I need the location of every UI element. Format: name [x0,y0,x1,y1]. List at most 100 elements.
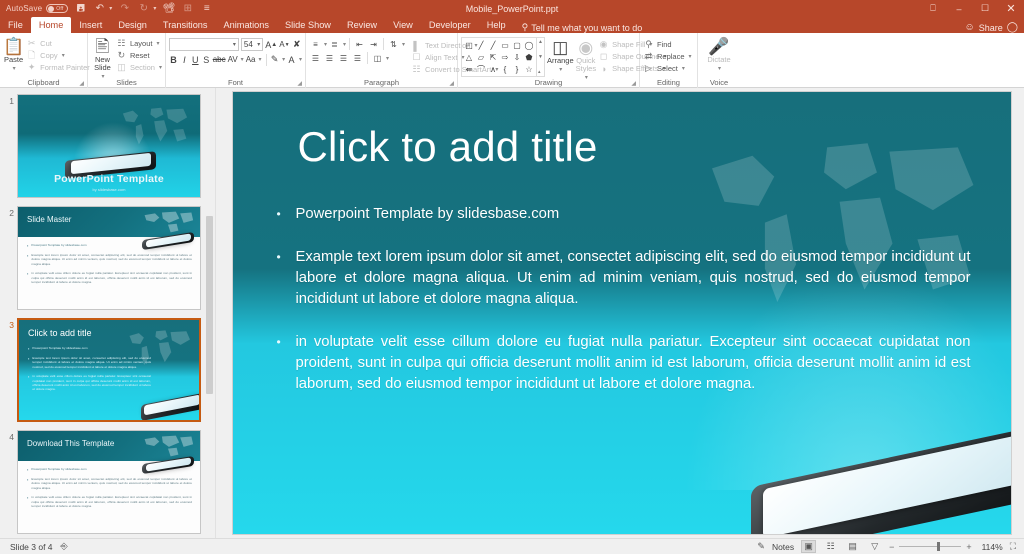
decrease-indent-button[interactable]: ⇤ [353,38,366,50]
shapes-scroll-down-icon[interactable]: ▼ [538,54,543,60]
tab-help[interactable]: Help [479,17,514,33]
character-spacing-button[interactable]: AV [228,53,238,66]
zoom-value[interactable]: 114% [979,542,1003,552]
bullets-button[interactable]: ≡ [309,38,322,50]
tab-file[interactable]: File [0,17,31,33]
active-slide[interactable]: Click to add title • Powerpoint Template… [233,92,1011,534]
font-name-input[interactable]: ▾ [169,38,239,51]
thumbnail-slide-2[interactable]: 2 Slide Master ▪Powerpoint Template by s… [0,206,215,310]
normal-view-button[interactable]: ▣ [801,540,816,553]
dictate-button[interactable]: 🎤 Dictate ▾ [702,36,736,72]
paragraph-dialog-launcher[interactable]: ◢ [449,80,454,87]
comments-icon[interactable]: ◯ [1007,22,1018,33]
thumbnail-slide-1[interactable]: 1 [0,94,215,198]
columns-dropdown-icon[interactable]: ▾ [386,55,389,62]
replace-dropdown-icon[interactable]: ▾ [689,53,692,60]
ribbon-display-options-icon[interactable]: ⎕ [920,0,946,17]
quick-styles-button[interactable]: ◉ Quick Styles ▾ [576,37,596,81]
shapes-scroll-up-icon[interactable]: ▲ [538,39,543,45]
shape-curve-icon[interactable]: ⇚ [463,63,475,75]
shape-triangle-icon[interactable]: △ [463,51,475,63]
shape-bent-arrow-icon[interactable]: ⇱ [487,51,499,63]
redo-icon[interactable]: ↷ [118,2,131,15]
shape-right-arrow-icon[interactable]: ⇨ [499,51,511,63]
change-case-dropdown-icon[interactable]: ▾ [258,56,261,63]
section-button[interactable]: ◫ Section ▾ [116,62,162,73]
align-right-button[interactable]: ☰ [337,52,350,64]
slide-thumbnail-pane[interactable]: 1 [0,88,215,538]
text-highlight-button[interactable]: ✎ [270,53,279,66]
arrange-button[interactable]: ◫ Arrange ▾ [547,37,574,73]
bullets-dropdown-icon[interactable]: ▾ [324,41,327,48]
shapes-scroll[interactable]: ▲ ▼ ▴ [537,37,545,77]
columns-button[interactable]: ◫ [371,52,384,64]
tab-transitions[interactable]: Transitions [155,17,216,33]
paste-button[interactable]: 📋 Paste ▾ [3,36,24,72]
justify-button[interactable]: ☰ [351,52,364,64]
zoom-slider[interactable]: − + [889,542,972,552]
undo-icon[interactable]: ↶ [93,2,106,15]
present-online-icon[interactable]: ⊞ [181,2,194,15]
shape-arrow-icon[interactable]: ╱ [487,39,499,51]
shape-star-icon[interactable]: ☆ [523,63,535,75]
shapes-more-icon[interactable]: ▴ [538,69,543,75]
shape-line-icon[interactable]: ╱ [475,39,487,51]
minimize-button[interactable]: – [946,0,972,17]
thumbnail-frame[interactable]: PowerPoint Template by slidesbase.com [17,94,201,198]
zoom-knob[interactable] [937,542,940,551]
slide-editing-area[interactable]: Click to add title • Powerpoint Template… [219,88,1024,538]
slide-content-placeholder[interactable]: • Powerpoint Template by slidesbase.com … [277,204,971,417]
shape-rectangle-icon[interactable]: ◰ [463,39,475,51]
highlight-dropdown-icon[interactable]: ▾ [282,56,285,63]
save-icon[interactable]: 🖪 [74,2,87,15]
select-dropdown-icon[interactable]: ▾ [682,65,685,72]
copy-button[interactable]: 🗋 Copy ▾ [26,50,90,61]
slide-indicator[interactable]: Slide 3 of 4 [10,542,53,552]
drawing-dialog-launcher[interactable]: ◢ [631,80,636,87]
numbering-button[interactable]: ≣ [328,38,341,50]
scrollbar-thumb[interactable] [206,216,213,394]
section-dropdown-icon[interactable]: ▾ [159,64,162,71]
font-name-dropdown-icon[interactable]: ▾ [233,41,236,48]
strikethrough-button[interactable]: abc [213,53,226,66]
tab-developer[interactable]: Developer [421,17,479,33]
line-spacing-button[interactable]: ⇅ [387,38,400,50]
new-slide-button[interactable]: 🖹 New Slide ▾ [91,36,114,80]
notes-icon[interactable]: ✎ [757,541,765,552]
thumbnail-slide-4[interactable]: 4 Download This Template ▪Powerpoint Tem… [0,430,215,534]
tab-review[interactable]: Review [339,17,385,33]
fit-to-window-icon[interactable]: ⛶ [1010,541,1016,552]
line-spacing-dropdown-icon[interactable]: ▾ [402,41,405,48]
layout-button[interactable]: ☷ Layout ▾ [116,38,162,49]
tab-insert[interactable]: Insert [71,17,110,33]
change-case-button[interactable]: Aa [246,53,256,66]
format-painter-button[interactable]: ✦ Format Painter [26,62,90,73]
zoom-in-button[interactable]: + [966,542,971,552]
accessibility-icon[interactable]: ⎆ [61,541,68,552]
notes-button[interactable]: Notes [772,542,794,552]
autosave-switch[interactable]: Off [46,4,68,13]
tell-me-search[interactable]: ⚲ Tell me what you want to do [514,22,643,33]
shape-down-arrow-icon[interactable]: ⇩ [511,51,523,63]
align-center-button[interactable]: ☰ [323,52,336,64]
shape-rect2-icon[interactable]: ▭ [499,39,511,51]
close-button[interactable]: ✕ [998,0,1024,17]
text-shadow-button[interactable]: S [202,53,211,66]
copy-dropdown-icon[interactable]: ▾ [62,52,65,59]
slide-sorter-view-button[interactable]: ☷ [823,540,838,553]
share-icon[interactable]: ☺ [965,22,975,33]
customize-qat-icon[interactable]: ≡ [200,2,213,15]
layout-dropdown-icon[interactable]: ▾ [156,40,159,47]
shapes-gallery[interactable]: ◰ ╱ ╱ ▭ ▢ ◯ △ ▱ ⇱ ⇨ ⇩ ⬟ ⇚ ⌒ ∧ [461,37,537,77]
character-spacing-dropdown-icon[interactable]: ▾ [241,56,244,63]
shape-oval-icon[interactable]: ◯ [523,39,535,51]
select-button[interactable]: ▷ Select ▾ [643,63,694,74]
italic-button[interactable]: I [180,53,189,66]
redo-dropdown-icon[interactable]: ▾ [153,5,156,12]
reset-button[interactable]: ↻ Reset [116,50,162,61]
slide-title-placeholder[interactable]: Click to add title [298,124,598,170]
thumbnail-frame[interactable]: Download This Template ▪Powerpoint Templ… [17,430,201,534]
repeat-icon[interactable]: ↻ [137,2,150,15]
tab-animations[interactable]: Animations [216,17,277,33]
font-color-dropdown-icon[interactable]: ▾ [299,56,302,63]
